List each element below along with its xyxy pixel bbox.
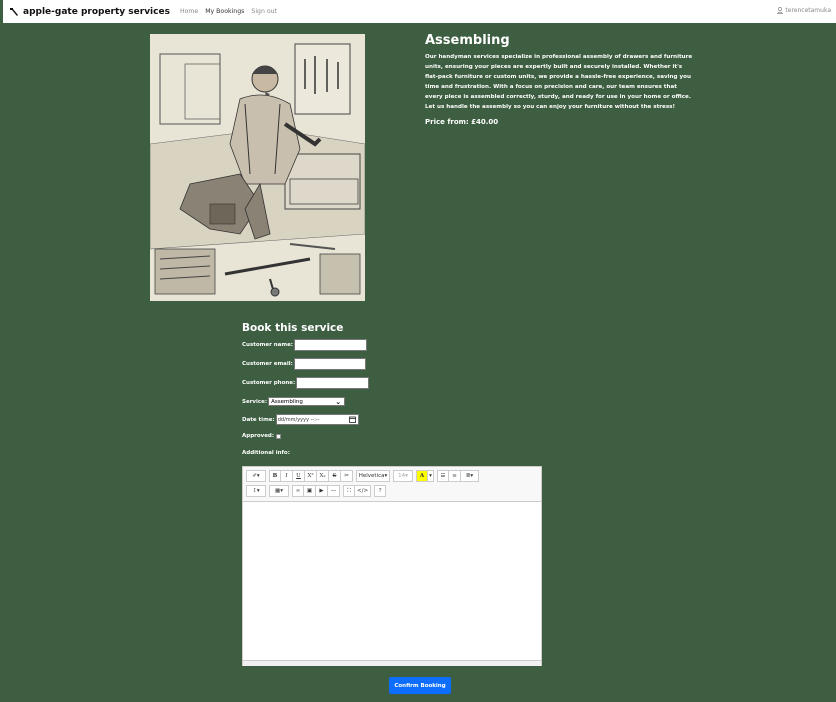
hammer-icon (10, 7, 18, 16)
service-select-value: Assembling (271, 398, 303, 405)
customer-email-label: Customer email: (242, 361, 293, 367)
table-icon[interactable]: ▦▾ (269, 485, 289, 497)
additional-info-label: Additional info: (242, 450, 290, 456)
datetime-label: Date time: (242, 416, 275, 423)
approved-row: Approved: (242, 433, 282, 439)
code-view-icon[interactable]: </> (355, 485, 372, 497)
editor-content-area[interactable] (243, 502, 541, 660)
additional-info-row: Additional info: (242, 450, 290, 456)
service-image (150, 34, 365, 301)
text-color-icon[interactable]: A (416, 470, 428, 482)
service-select[interactable]: Assembling ⌄ (268, 397, 346, 406)
username: terencetamuka (785, 7, 831, 14)
service-row: Service: Assembling ⌄ (242, 397, 346, 406)
approved-label: Approved: (242, 433, 275, 439)
brand-name: apple-gate property services (23, 6, 170, 17)
eraser-icon[interactable]: ✂ (341, 470, 353, 482)
calendar-icon[interactable] (348, 416, 356, 423)
nav-sign-out[interactable]: Sign out (251, 8, 277, 15)
bold-icon[interactable]: B (269, 470, 281, 482)
service-label: Service: (242, 398, 268, 405)
underline-icon[interactable]: U (293, 470, 305, 482)
datetime-row: Date time: dd/mm/yyyy --:-- (242, 414, 359, 425)
italic-icon[interactable]: I (281, 470, 293, 482)
user-icon (777, 7, 784, 14)
customer-phone-row: Customer phone: (242, 377, 370, 389)
rich-text-editor: ✐▾ B I U X² X₂ S ✂ Helvetica ▾ 14 ▾ A ▾ ☰ … (242, 466, 542, 666)
font-family-value: Helvetica (358, 473, 385, 479)
fullscreen-icon[interactable]: ⛶ (343, 485, 355, 497)
service-price: Price from: £40.00 (425, 118, 499, 126)
chevron-down-icon[interactable]: ▾ (428, 470, 434, 482)
font-size-value: 14 (398, 473, 406, 479)
subscript-icon[interactable]: X₂ (317, 470, 329, 482)
strikethrough-icon[interactable]: S (329, 470, 341, 482)
superscript-icon[interactable]: X² (305, 470, 317, 482)
navbar: apple-gate property services Home My Boo… (3, 0, 836, 23)
image-icon[interactable]: ▣ (304, 485, 316, 497)
nav-my-bookings[interactable]: My Bookings (205, 8, 244, 15)
brand[interactable]: apple-gate property services (9, 7, 170, 17)
paragraph-dropdown[interactable]: ≣▾ (461, 470, 479, 482)
customer-phone-input[interactable] (296, 377, 370, 389)
customer-name-label: Customer name: (242, 342, 294, 348)
editor-toolbar: ✐▾ B I U X² X₂ S ✂ Helvetica ▾ 14 ▾ A ▾ ☰ … (243, 467, 541, 502)
datetime-placeholder: dd/mm/yyyy --:-- (277, 416, 320, 423)
datetime-input[interactable]: dd/mm/yyyy --:-- (275, 414, 359, 425)
customer-name-input[interactable] (294, 339, 368, 351)
nav-user[interactable]: terencetamuka (777, 7, 831, 14)
font-family-dropdown[interactable]: Helvetica ▾ (356, 470, 390, 482)
horizontal-rule-icon[interactable]: — (328, 485, 340, 497)
service-description: Our handyman services specialize in prof… (425, 54, 693, 110)
confirm-booking-button[interactable]: Confirm Booking (389, 677, 451, 694)
chevron-down-icon: ⌄ (335, 397, 342, 406)
editor-resize-bar[interactable] (243, 660, 541, 666)
approved-checkbox[interactable] (276, 433, 282, 439)
customer-email-row: Customer email: (242, 358, 366, 370)
bullet-list-icon[interactable]: ☰ (437, 470, 449, 482)
customer-name-row: Customer name: (242, 339, 368, 351)
customer-email-input[interactable] (293, 358, 366, 370)
font-size-dropdown[interactable]: 14 ▾ (393, 470, 413, 482)
booking-title: Book this service (242, 322, 344, 334)
numbered-list-icon[interactable]: ≡ (449, 470, 461, 482)
magic-wand-icon[interactable]: ✐▾ (246, 470, 266, 482)
help-icon[interactable]: ? (374, 485, 387, 497)
service-title: Assembling (425, 33, 510, 48)
video-icon[interactable]: ▶ (316, 485, 328, 497)
customer-phone-label: Customer phone: (242, 380, 296, 386)
nav-home[interactable]: Home (180, 8, 198, 15)
link-icon[interactable]: ∞ (292, 485, 304, 497)
line-height-icon[interactable]: ↕▾ (246, 485, 266, 497)
